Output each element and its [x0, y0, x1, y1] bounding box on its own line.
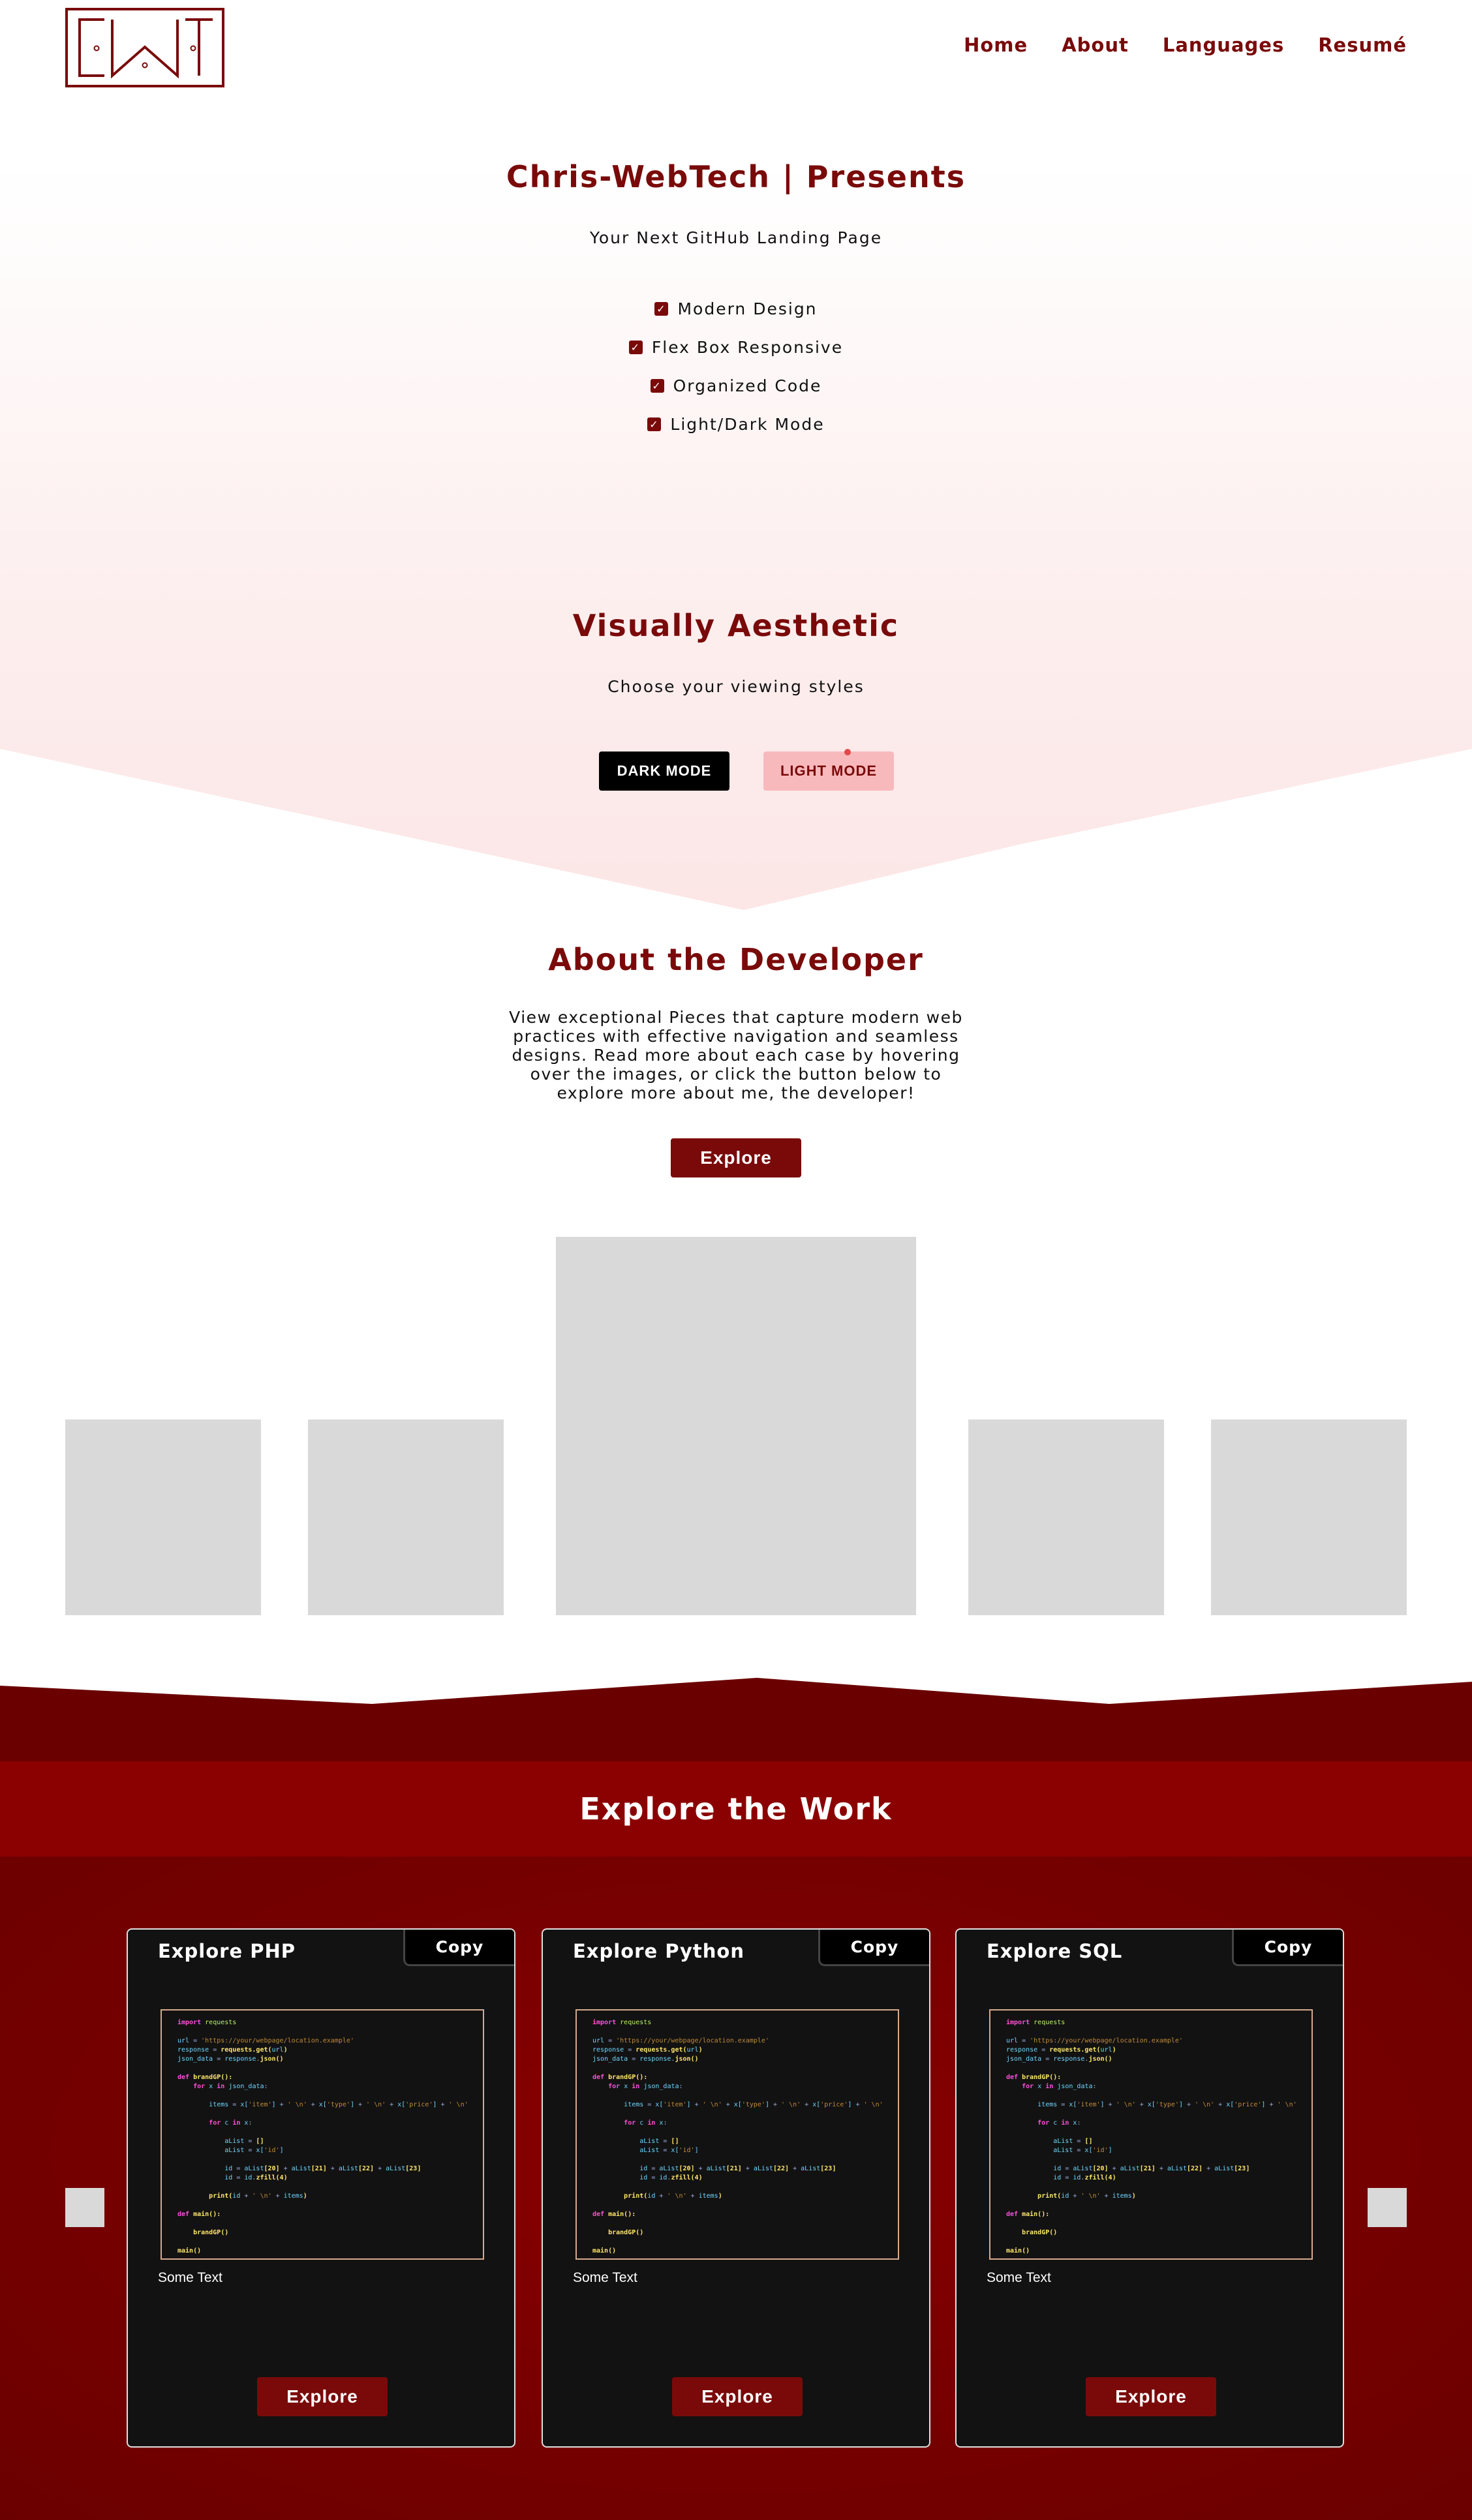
card-title: Explore SQL [987, 1940, 1123, 1962]
gallery-image[interactable] [968, 1419, 1164, 1615]
feature-item: ✓ Organized Code [0, 367, 1472, 405]
copy-button[interactable]: Copy [818, 1930, 929, 1966]
gallery-image[interactable] [308, 1419, 504, 1615]
card-explore-button[interactable]: Explore [257, 2377, 388, 2416]
work-card-php: Explore PHP Copy import requests url = '… [127, 1928, 515, 2448]
checkbox-icon: ✓ [650, 379, 664, 393]
hero-subtitle: Your Next GitHub Landing Page [589, 228, 883, 247]
feature-item: ✓ Flex Box Responsive [0, 328, 1472, 367]
checkbox-icon: ✓ [647, 417, 662, 431]
about-explore-button[interactable]: Explore [671, 1138, 801, 1177]
nav-about-link[interactable]: About [1062, 34, 1129, 56]
code-preview: import requests url = 'https://your/webp… [161, 2009, 484, 2260]
mode-toggle-group: DARK MODE LIGHT MODE [599, 749, 894, 791]
card-description: Some Text [987, 2270, 1051, 2285]
card-description: Some Text [573, 2270, 637, 2285]
gallery-image[interactable] [1211, 1419, 1407, 1615]
aesthetic-subtitle: Choose your viewing styles [607, 677, 865, 696]
light-mode-button[interactable]: LIGHT MODE [763, 749, 894, 791]
gallery-image-featured[interactable] [556, 1237, 916, 1615]
feature-item: ✓ Light/Dark Mode [0, 405, 1472, 444]
active-indicator-dot [844, 749, 851, 755]
feature-label: Light/Dark Mode [670, 415, 825, 434]
gallery-image[interactable] [65, 1419, 261, 1615]
code-preview: import requests url = 'https://your/webp… [989, 2009, 1313, 2260]
work-card-sql: Explore SQL Copy import requests url = '… [955, 1928, 1344, 2448]
carousel-prev-button[interactable] [65, 2188, 104, 2227]
nav-resume-link[interactable]: Resumé [1318, 34, 1407, 56]
feature-label: Modern Design [677, 299, 818, 318]
feature-label: Flex Box Responsive [651, 338, 844, 357]
card-description: Some Text [158, 2270, 222, 2285]
nav-links: Home About Languages Resumé [964, 34, 1407, 56]
top-nav: Home About Languages Resumé [0, 0, 1472, 98]
work-title: Explore the Work [579, 1791, 893, 1827]
nav-home-link[interactable]: Home [964, 34, 1028, 56]
work-card-python: Explore Python Copy import requests url … [542, 1928, 930, 2448]
checkbox-icon: ✓ [654, 302, 669, 316]
dark-mode-button[interactable]: DARK MODE [599, 751, 729, 791]
cwt-logo[interactable] [65, 8, 224, 87]
card-title: Explore PHP [158, 1940, 296, 1962]
carousel-next-button[interactable] [1368, 2188, 1407, 2227]
card-title: Explore Python [573, 1940, 744, 1962]
card-explore-button[interactable]: Explore [672, 2377, 803, 2416]
feature-label: Organized Code [673, 376, 822, 395]
feature-list: ✓ Modern Design ✓ Flex Box Responsive ✓ … [0, 290, 1472, 444]
nav-languages-link[interactable]: Languages [1163, 34, 1284, 56]
copy-button[interactable]: Copy [403, 1930, 514, 1966]
light-mode-label: LIGHT MODE [780, 763, 878, 779]
about-title: About the Developer [548, 942, 924, 977]
feature-item: ✓ Modern Design [0, 290, 1472, 328]
card-explore-button[interactable]: Explore [1086, 2377, 1216, 2416]
checkbox-icon: ✓ [628, 341, 643, 354]
about-description: View exceptional Pieces that capture mod… [509, 1008, 963, 1102]
code-preview: import requests url = 'https://your/webp… [575, 2009, 899, 2260]
hero-title: Chris-WebTech | Presents [506, 159, 966, 194]
aesthetic-title: Visually Aesthetic [572, 608, 900, 643]
copy-button[interactable]: Copy [1232, 1930, 1343, 1966]
